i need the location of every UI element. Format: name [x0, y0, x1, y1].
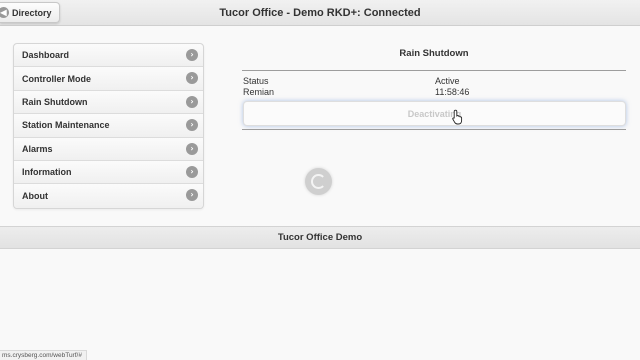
- chevron-right-icon: ›: [186, 165, 198, 178]
- menu-item-label: Alarms: [22, 143, 53, 154]
- chevron-right-icon: ›: [186, 49, 198, 61]
- loading-spinner-icon: [305, 168, 332, 195]
- menu-item-label: Dashboard: [22, 50, 70, 61]
- remain-label: Remian: [243, 87, 275, 97]
- menu-item-about[interactable]: About ›: [14, 184, 203, 208]
- page-title: Tucor Office - Demo RKD+: Connected: [219, 7, 421, 19]
- menu-item-information[interactable]: Information ›: [14, 160, 203, 185]
- menu-item-label: About: [22, 191, 48, 202]
- menu-item-rain-shutdown[interactable]: Rain Shutdown ›: [14, 90, 203, 115]
- footer-bar: Tucor Office Demo: [0, 226, 640, 249]
- divider: [242, 70, 626, 71]
- panel-title: Rain Shutdown: [399, 48, 469, 59]
- chevron-right-icon: ›: [186, 142, 198, 155]
- menu-item-label: Controller Mode: [22, 73, 91, 84]
- menu-item-label: Rain Shutdown: [22, 96, 88, 107]
- chevron-right-icon: ›: [186, 95, 198, 108]
- header-bar: ◀ Directory Tucor Office - Demo RKD+: Co…: [0, 0, 640, 26]
- menu-item-dashboard[interactable]: Dashboard ›: [14, 44, 203, 68]
- browser-status-url: ms.crysberg.com/webTurf/#: [0, 350, 87, 360]
- menu-item-controller-mode[interactable]: Controller Mode ›: [14, 67, 203, 91]
- status-label: Status: [243, 76, 269, 86]
- remain-value: 11:58:46: [435, 87, 470, 97]
- spinner-ring: [311, 174, 326, 189]
- menu-item-label: Information: [22, 167, 72, 178]
- chevron-right-icon: ›: [186, 72, 198, 85]
- hand-pointer-icon: [452, 109, 463, 125]
- chevron-right-icon: ›: [186, 119, 198, 132]
- deactivate-button[interactable]: Deactivating: [243, 101, 626, 126]
- menu-item-station-maintenance[interactable]: Station Maintenance ›: [14, 114, 203, 138]
- chevron-right-icon: ›: [186, 189, 198, 202]
- status-value: Active: [435, 76, 460, 86]
- footer-text: Tucor Office Demo: [277, 232, 363, 243]
- sidebar-menu: Dashboard › Controller Mode › Rain Shutd…: [13, 43, 204, 209]
- divider: [242, 129, 626, 130]
- menu-item-label: Station Maintenance: [22, 120, 110, 131]
- menu-item-alarms[interactable]: Alarms ›: [14, 137, 203, 161]
